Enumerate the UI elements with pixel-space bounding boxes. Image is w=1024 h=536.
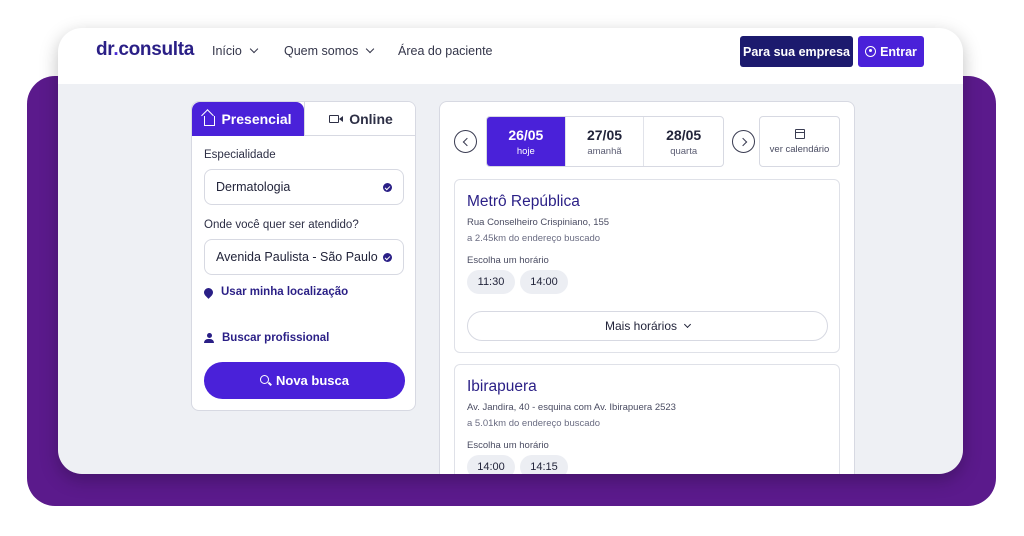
mais-horarios-button[interactable]: Mais horários (467, 311, 828, 341)
nav-inicio[interactable]: Início (212, 44, 259, 58)
date-value: 27/05 (586, 126, 623, 143)
local-value: Avenida Paulista - São Paulo - (216, 250, 381, 264)
ver-calendario-label: ver calendário (769, 143, 830, 155)
date-option[interactable]: 27/05 amanhã (566, 117, 645, 166)
nav-inicio-label: Início (212, 44, 242, 58)
chevron-right-icon (738, 137, 747, 146)
location-name[interactable]: Metrô República (467, 193, 580, 211)
user-icon (865, 46, 877, 57)
local-label: Onde você quer ser atendido? (204, 219, 359, 231)
date-value: 26/05 (508, 126, 544, 143)
chevron-down-icon (366, 44, 375, 54)
entrar-label: Entrar (880, 44, 917, 59)
nav-quem-somos[interactable]: Quem somos (284, 44, 375, 58)
drconsulta-logo[interactable]: dr.consulta (96, 39, 194, 61)
prev-dates-button[interactable] (454, 130, 477, 153)
location-address: Rua Conselheiro Crispiniano, 155 (467, 217, 610, 228)
location-address: Av. Jandira, 40 - esquina com Av. Ibirap… (467, 402, 676, 413)
date-sub: hoje (516, 145, 535, 157)
date-sub: quarta (670, 145, 698, 157)
nav-area-paciente[interactable]: Área do paciente (398, 44, 493, 58)
tab-presencial-label: Presencial (221, 111, 292, 127)
buscar-profissional-label: Buscar profissional (222, 332, 330, 344)
time-slot[interactable]: 11:30 (467, 270, 515, 294)
tab-online[interactable]: Online (304, 102, 415, 136)
location-name[interactable]: Ibirapuera (467, 378, 537, 396)
time-slot[interactable]: 14:15 (520, 455, 568, 474)
person-icon (204, 333, 214, 343)
especialidade-select[interactable]: Dermatologia (204, 169, 404, 205)
top-navbar: dr.consulta Início Quem somos Área do pa… (58, 28, 963, 84)
next-dates-button[interactable] (732, 130, 755, 153)
nav-area-paciente-label: Área do paciente (398, 44, 493, 58)
especialidade-label: Especialidade (204, 149, 276, 161)
time-slot[interactable]: 14:00 (520, 270, 568, 294)
ver-calendario-button[interactable]: ver calendário (759, 116, 840, 167)
browser-window: dr.consulta Início Quem somos Área do pa… (58, 28, 963, 474)
home-icon (204, 116, 216, 126)
time-slot[interactable]: 14:00 (467, 455, 515, 474)
chevron-down-icon (683, 320, 692, 329)
nova-busca-button[interactable]: Nova busca (204, 362, 405, 399)
tab-presencial[interactable]: Presencial (192, 102, 304, 136)
location-card: Metrô República Rua Conselheiro Crispini… (454, 179, 840, 353)
search-icon (260, 374, 269, 384)
location-distance: a 5.01km do endereço buscado (467, 418, 601, 429)
nav-quem-somos-label: Quem somos (284, 44, 359, 58)
results-panel: 26/05 hoje 27/05 amanhã 28/05 quarta ver… (439, 101, 855, 474)
mais-horarios-label: Mais horários (604, 319, 678, 333)
choose-time-label: Escolha um horário (467, 440, 549, 451)
para-sua-empresa-label: Para sua empresa (742, 44, 850, 59)
date-sub: amanhã (587, 145, 622, 157)
search-panel: Presencial Online Especialidade Dermatol… (191, 101, 416, 411)
check-circle-icon (383, 183, 392, 192)
nova-busca-label: Nova busca (276, 373, 349, 388)
location-pin-icon (202, 285, 215, 299)
especialidade-value: Dermatologia (216, 180, 291, 194)
video-icon (329, 114, 344, 123)
para-sua-empresa-button[interactable]: Para sua empresa (740, 36, 853, 67)
choose-time-label: Escolha um horário (467, 255, 549, 266)
buscar-profissional-link[interactable]: Buscar profissional (204, 332, 329, 344)
calendar-icon (794, 128, 805, 139)
date-option[interactable]: 26/05 hoje (487, 117, 566, 166)
location-card: Ibirapuera Av. Jandira, 40 - esquina com… (454, 364, 840, 474)
location-distance: a 2.45km do endereço buscado (467, 233, 601, 244)
tab-online-label: Online (349, 110, 393, 127)
date-option[interactable]: 28/05 quarta (644, 117, 723, 166)
check-circle-icon (383, 253, 392, 262)
chevron-down-icon (249, 44, 259, 54)
date-value: 28/05 (666, 126, 702, 143)
local-input[interactable]: Avenida Paulista - São Paulo - (204, 239, 404, 275)
usar-localizacao-label: Usar minha localização (221, 286, 349, 298)
entrar-button[interactable]: Entrar (858, 36, 924, 67)
usar-localizacao-link[interactable]: Usar minha localização (202, 285, 349, 299)
date-selector: 26/05 hoje 27/05 amanhã 28/05 quarta (486, 116, 724, 167)
chevron-left-icon (462, 137, 471, 146)
